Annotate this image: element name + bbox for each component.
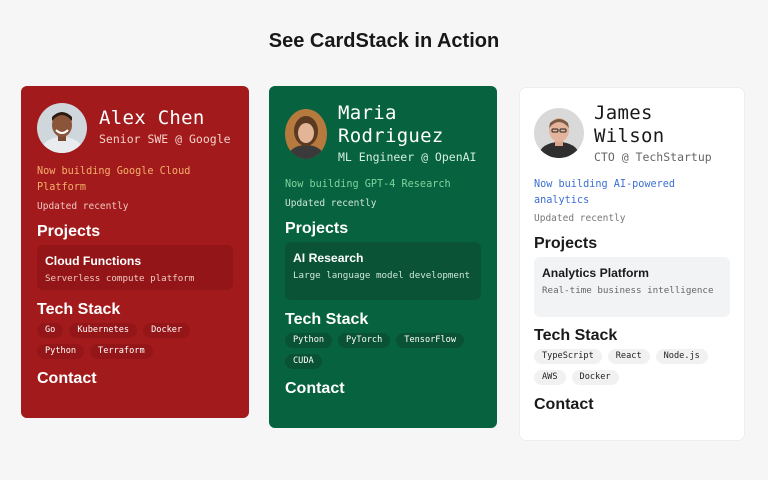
tech-stack-list: Python PyTorch TensorFlow CUDA bbox=[285, 333, 481, 369]
profile-name: Alex Chen bbox=[99, 107, 205, 129]
profile-role: Senior SWE @ Google bbox=[99, 132, 231, 146]
tech-chip: Docker bbox=[143, 323, 191, 338]
profile-role: CTO @ TechStartup bbox=[594, 150, 712, 164]
tech-chip: Kubernetes bbox=[69, 323, 138, 338]
project-title: Analytics Platform bbox=[542, 266, 650, 280]
contact-heading: Contact bbox=[37, 370, 97, 387]
updated-text: Updated recently bbox=[37, 201, 129, 212]
profile-name: Maria Rodriguez bbox=[338, 102, 444, 147]
now-building-text: Now building Google Cloud Platform bbox=[37, 166, 191, 193]
avatar bbox=[285, 109, 327, 159]
tech-chip: Python bbox=[285, 333, 333, 348]
profile-card-maria[interactable]: Maria Rodriguez ML Engineer @ OpenAI Now… bbox=[269, 86, 497, 428]
tech-stack-heading: Tech Stack bbox=[534, 327, 618, 344]
tech-chip: Python bbox=[37, 344, 85, 359]
tech-stack-list: Go Kubernetes Docker Python Terraform bbox=[37, 323, 233, 359]
projects-heading: Projects bbox=[534, 235, 598, 252]
updated-text: Updated recently bbox=[534, 213, 626, 224]
tech-chip: Node.js bbox=[655, 349, 708, 364]
profile-card-alex[interactable]: Alex Chen Senior SWE @ Google Now buildi… bbox=[21, 86, 249, 418]
tech-chip: TensorFlow bbox=[396, 333, 465, 348]
tech-chip: React bbox=[607, 349, 650, 364]
profile-role: ML Engineer @ OpenAI bbox=[338, 150, 477, 164]
projects-heading: Projects bbox=[285, 220, 349, 237]
tech-chip: PyTorch bbox=[338, 333, 391, 348]
profile-card-james[interactable]: James Wilson CTO @ TechStartup Now build… bbox=[520, 88, 744, 440]
project-item[interactable]: Cloud Functions Serverless compute platf… bbox=[37, 245, 233, 290]
updated-text: Updated recently bbox=[285, 198, 377, 209]
tech-chip: Terraform bbox=[90, 344, 153, 359]
tech-chip: Docker bbox=[571, 370, 619, 385]
tech-stack-heading: Tech Stack bbox=[285, 311, 369, 328]
now-building-text: Now building AI-powered analytics bbox=[534, 179, 676, 206]
tech-stack-list: TypeScript React Node.js AWS Docker bbox=[534, 349, 730, 385]
tech-chip: CUDA bbox=[285, 354, 322, 369]
contact-heading: Contact bbox=[534, 396, 594, 413]
projects-heading: Projects bbox=[37, 223, 101, 240]
project-title: Cloud Functions bbox=[45, 254, 142, 268]
project-description: Serverless compute platform bbox=[45, 273, 195, 284]
project-description: Real-time business intelligence bbox=[542, 285, 714, 296]
avatar bbox=[534, 108, 584, 158]
project-description: Large language model development bbox=[293, 270, 471, 281]
profile-name: James Wilson bbox=[594, 102, 665, 147]
page-title: See CardStack in Action bbox=[268, 30, 500, 52]
project-title: AI Research bbox=[293, 251, 364, 265]
avatar bbox=[37, 103, 87, 153]
project-item[interactable]: AI Research Large language model develop… bbox=[285, 242, 481, 300]
now-building-text: Now building GPT-4 Research bbox=[285, 179, 451, 190]
tech-chip: AWS bbox=[534, 370, 566, 385]
contact-heading: Contact bbox=[285, 380, 345, 397]
tech-chip: TypeScript bbox=[534, 349, 602, 364]
project-item[interactable]: Analytics Platform Real-time business in… bbox=[534, 257, 730, 317]
tech-chip: Go bbox=[37, 323, 64, 338]
tech-stack-heading: Tech Stack bbox=[37, 301, 121, 318]
